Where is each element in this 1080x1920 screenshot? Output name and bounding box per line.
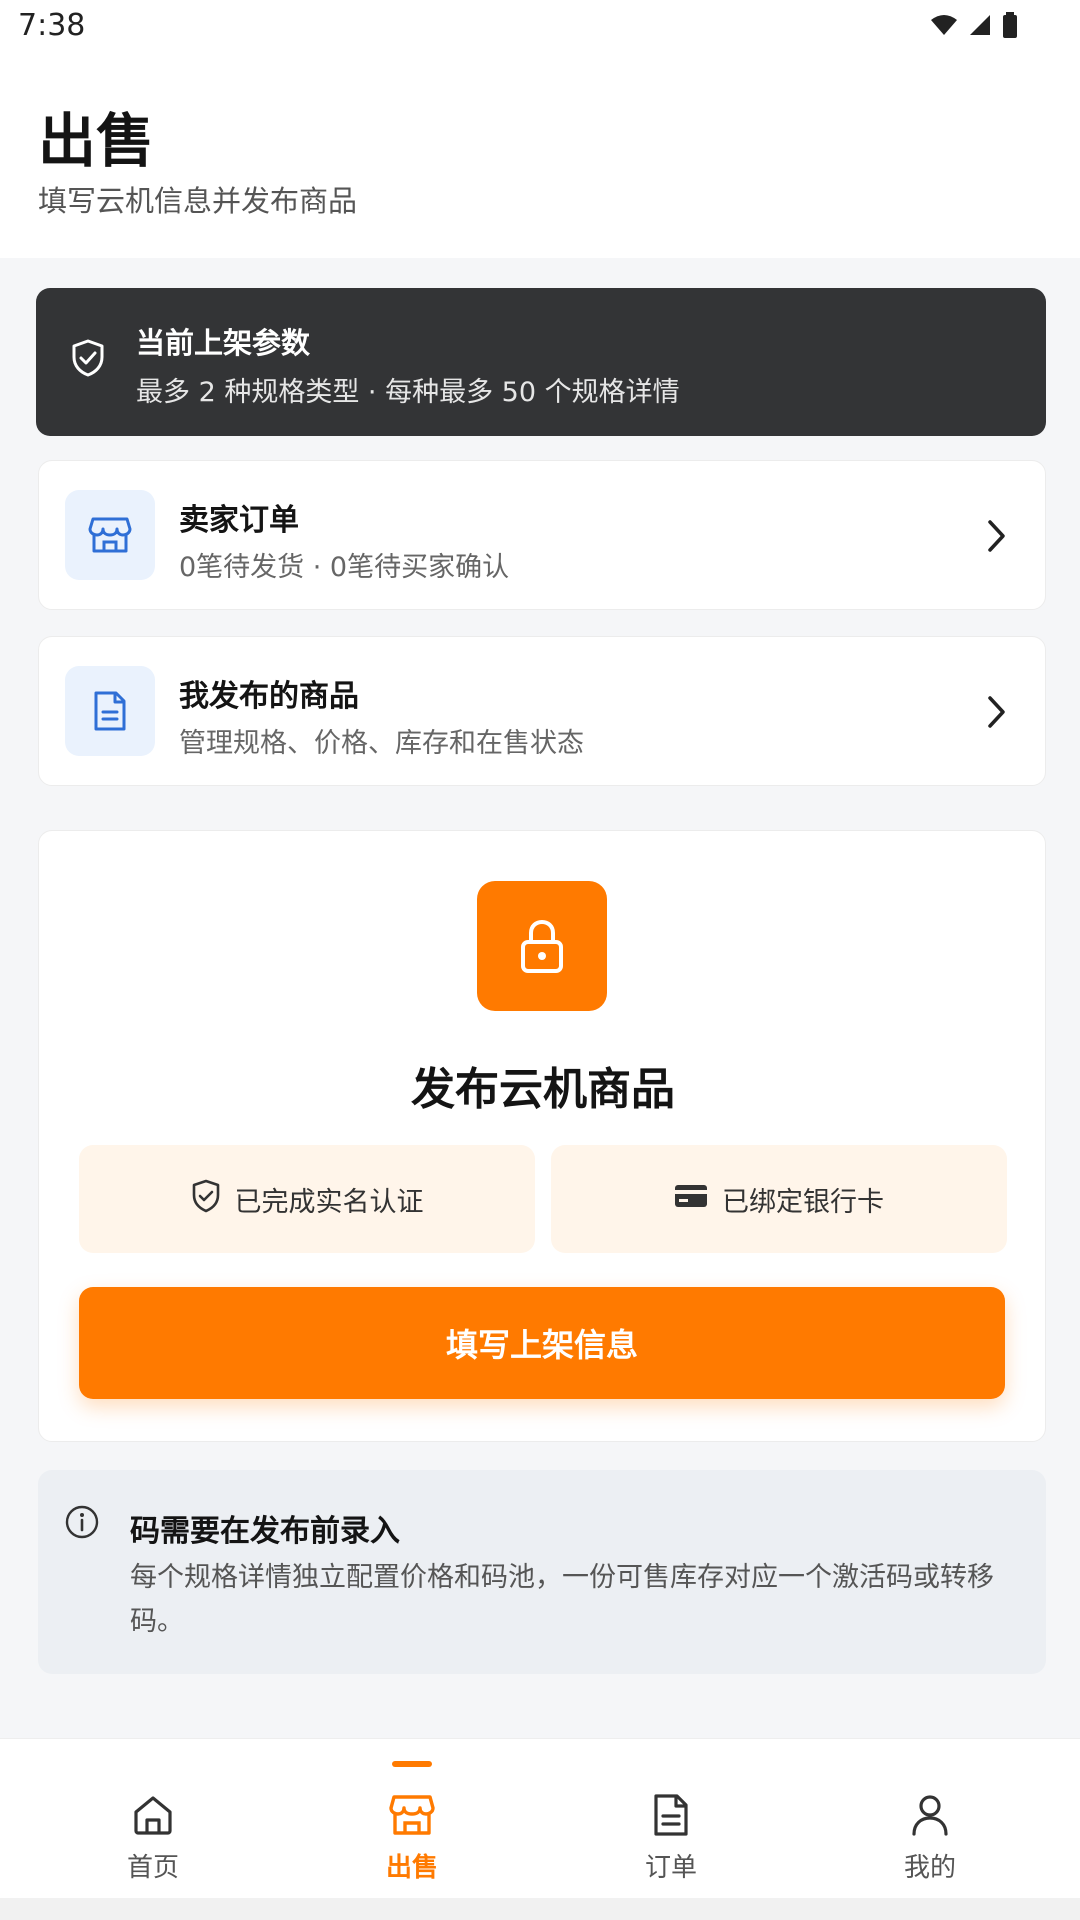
identity-verified-label: 已完成实名认证 [234, 1186, 424, 1218]
document-icon [65, 666, 155, 756]
person-icon [910, 1791, 950, 1839]
publish-title: 发布云机商品 [411, 1064, 675, 1115]
seller-orders-title: 卖家订单 [179, 503, 299, 538]
code-info-notice: 码需要在发布前录入 每个规格详情独立配置价格和码池，一份可售库存对应一个激活码或… [38, 1470, 1046, 1674]
status-time: 7:38 [18, 8, 86, 43]
navigation-bar [0, 1898, 1080, 1920]
bottom-tab-bar: 首页 出售 订单 我的 [0, 1738, 1080, 1920]
wifi-icon [931, 15, 957, 35]
header: 出售 填写云机信息并发布商品 [0, 56, 1080, 258]
signal-icon [970, 15, 990, 35]
publish-card: 发布云机商品 已完成实名认证 已绑定银行卡 填写上架信息 [38, 830, 1046, 1442]
store-icon [65, 490, 155, 580]
seller-orders-card[interactable]: 卖家订单 0笔待发货 · 0笔待买家确认 [38, 460, 1046, 610]
battery-icon [1003, 12, 1017, 38]
notice-title: 当前上架参数 [136, 326, 311, 360]
document-icon [652, 1791, 690, 1839]
page-title: 出售 [38, 107, 155, 175]
listing-limits-notice: 当前上架参数 最多 2 种规格类型 · 每种最多 50 个规格详情 [36, 288, 1046, 436]
status-icons [930, 12, 1018, 38]
content: 当前上架参数 最多 2 种规格类型 · 每种最多 50 个规格详情 卖家订单 0… [0, 258, 1080, 1738]
my-products-card[interactable]: 我发布的商品 管理规格、价格、库存和在售状态 [38, 636, 1046, 786]
chevron-right-icon [985, 692, 1009, 736]
identity-verified-badge: 已完成实名认证 [79, 1145, 535, 1253]
my-products-title: 我发布的商品 [179, 679, 359, 714]
store-icon [389, 1791, 435, 1839]
info-desc: 每个规格详情独立配置价格和码池，一份可售库存对应一个激活码或转移码。 [130, 1562, 994, 1637]
info-title: 码需要在发布前录入 [130, 1514, 400, 1549]
tab-profile[interactable]: 我的 [795, 1739, 1065, 1899]
notice-desc: 最多 2 种规格类型 · 每种最多 50 个规格详情 [136, 377, 680, 408]
info-circle-icon [64, 1504, 100, 1544]
shield-check-icon [191, 1179, 221, 1220]
shield-check-icon [70, 338, 106, 382]
tab-sell-label: 出售 [385, 1853, 438, 1883]
seller-orders-desc: 0笔待发货 · 0笔待买家确认 [179, 552, 510, 583]
credit-card-icon [674, 1183, 708, 1216]
bank-card-bound-label: 已绑定银行卡 [722, 1186, 884, 1218]
tab-profile-label: 我的 [903, 1853, 956, 1883]
my-products-desc: 管理规格、价格、库存和在售状态 [179, 728, 584, 759]
tab-home-label: 首页 [126, 1853, 179, 1883]
tab-home[interactable]: 首页 [18, 1739, 288, 1899]
lock-icon [477, 881, 607, 1011]
chevron-right-icon [985, 516, 1009, 560]
home-icon [131, 1791, 175, 1839]
page-subtitle: 填写云机信息并发布商品 [38, 184, 358, 218]
fill-listing-info-button[interactable]: 填写上架信息 [79, 1287, 1005, 1399]
tab-orders-label: 订单 [644, 1853, 697, 1883]
bank-card-bound-badge: 已绑定银行卡 [551, 1145, 1007, 1253]
tab-sell[interactable]: 出售 [277, 1739, 547, 1899]
status-bar: 7:38 [0, 0, 1080, 56]
tab-orders[interactable]: 订单 [536, 1739, 806, 1899]
